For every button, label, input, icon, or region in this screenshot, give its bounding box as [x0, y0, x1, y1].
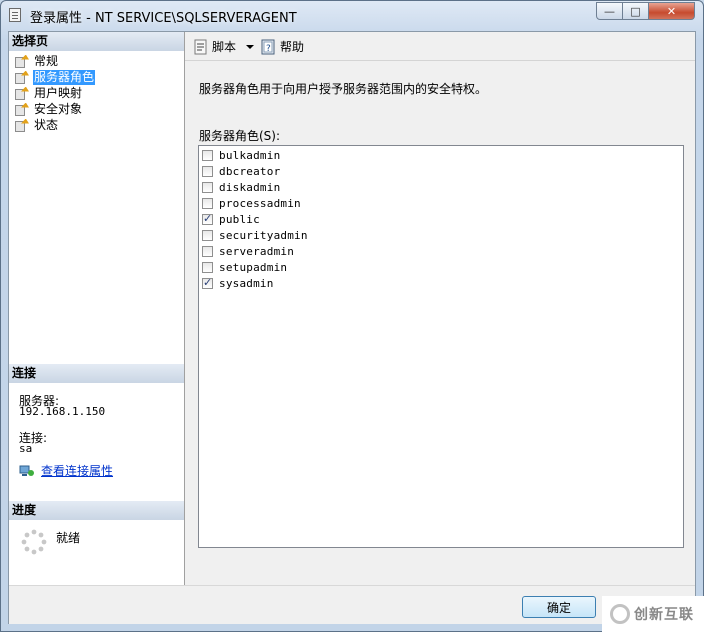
maximize-icon: □ — [630, 4, 641, 18]
role-checkbox[interactable] — [202, 165, 213, 177]
right-pane: 脚本 ? 帮助 服务器角色用于向用户授予服务器范围内的安全特权。 服务器角色(S… — [185, 32, 695, 585]
connection-value: sa — [19, 442, 33, 455]
nav-item-label: 常规 — [34, 53, 59, 68]
script-icon — [194, 39, 207, 54]
role-name: securityadmin — [219, 228, 308, 242]
nav-item-status[interactable]: 状态 — [15, 117, 59, 133]
view-connection-properties-label[interactable]: 查看连接属性 — [41, 462, 113, 479]
nav-item-label: 状态 — [34, 117, 59, 132]
progress-header: 进度 — [9, 501, 184, 520]
nav-item-label: 用户映射 — [34, 85, 83, 100]
role-row-processadmin[interactable]: processadmin — [202, 195, 301, 211]
title-bar[interactable]: 登录属性 - NT SERVICE\SQLSERVERAGENT — □ ✕ — [1, 1, 703, 29]
login-properties-window: 登录属性 - NT SERVICE\SQLSERVERAGENT — □ ✕ 选… — [0, 0, 704, 632]
role-checkbox[interactable] — [202, 261, 213, 273]
progress-status: 就绪 — [56, 531, 81, 545]
role-name: sysadmin — [219, 276, 274, 290]
role-checkbox[interactable] — [202, 181, 213, 193]
view-connection-properties-link[interactable]: 查看连接属性 — [19, 462, 113, 479]
role-name: serveradmin — [219, 244, 295, 258]
close-icon: ✕ — [666, 4, 677, 18]
role-name: public — [219, 212, 260, 226]
nav-item-server-roles[interactable]: 服务器角色 — [15, 69, 96, 85]
left-pane: 选择页 常规 服务器角色 用户映射 安全对象 状态 连接 服务器: 192.16… — [9, 32, 185, 585]
page-wrench-icon — [15, 86, 29, 100]
watermark-text: 创新互联 — [634, 607, 694, 623]
role-checkbox[interactable] — [202, 212, 213, 225]
page-wrench-icon — [15, 102, 29, 116]
role-row-setupadmin[interactable]: setupadmin — [202, 259, 287, 275]
nav-item-securables[interactable]: 安全对象 — [15, 101, 83, 117]
nav-item-label: 服务器角色 — [33, 69, 96, 85]
select-page-header: 选择页 — [9, 32, 184, 51]
role-name: dbcreator — [219, 164, 281, 178]
server-value: 192.168.1.150 — [19, 405, 106, 418]
role-checkbox[interactable] — [202, 197, 213, 209]
nav-item-label: 安全对象 — [34, 101, 83, 116]
ok-button[interactable]: 确定 — [522, 596, 596, 618]
role-row-securityadmin[interactable]: securityadmin — [202, 227, 308, 243]
help-button[interactable]: ? 帮助 — [261, 38, 304, 55]
dialog-client: 选择页 常规 服务器角色 用户映射 安全对象 状态 连接 服务器: 192.16… — [8, 31, 696, 624]
server-roles-list[interactable]: bulkadmin dbcreator diskadmin processadm… — [198, 145, 684, 548]
script-button[interactable]: 脚本 — [193, 38, 255, 55]
role-name: diskadmin — [219, 180, 281, 194]
toolbar: 脚本 ? 帮助 — [185, 32, 695, 61]
watermark-logo: 创新互联 — [602, 596, 704, 632]
connection-header: 连接 — [9, 364, 184, 383]
minimize-button[interactable]: — — [596, 2, 623, 20]
page-description: 服务器角色用于向用户授予服务器范围内的安全特权。 — [199, 82, 488, 96]
role-checkbox[interactable] — [202, 245, 213, 257]
role-row-serveradmin[interactable]: serveradmin — [202, 243, 294, 259]
connection-properties-icon — [19, 465, 34, 476]
role-name: setupadmin — [219, 260, 288, 274]
role-row-diskadmin[interactable]: diskadmin — [202, 179, 280, 195]
role-row-sysadmin[interactable]: sysadmin — [202, 275, 274, 291]
maximize-button[interactable]: □ — [622, 2, 649, 20]
dialog-footer: 确定 — [9, 585, 695, 624]
page-wrench-icon — [15, 70, 29, 84]
minimize-icon: — — [604, 4, 615, 18]
role-row-public[interactable]: public — [202, 211, 260, 227]
help-label: 帮助 — [280, 40, 305, 54]
help-icon: ? — [261, 39, 275, 54]
page-wrench-icon — [15, 54, 29, 68]
role-checkbox[interactable] — [202, 229, 213, 241]
role-name: bulkadmin — [219, 148, 281, 162]
document-icon — [9, 8, 21, 22]
page-wrench-icon — [15, 118, 29, 132]
window-title: 登录属性 - NT SERVICE\SQLSERVERAGENT — [30, 11, 297, 26]
role-row-dbcreator[interactable]: dbcreator — [202, 163, 280, 179]
nav-item-user-mapping[interactable]: 用户映射 — [15, 85, 83, 101]
role-checkbox[interactable] — [202, 149, 213, 161]
svg-text:?: ? — [266, 44, 271, 54]
role-name: processadmin — [219, 196, 301, 210]
logo-icon — [610, 604, 630, 624]
server-roles-label: 服务器角色(S): — [199, 129, 281, 143]
chevron-down-icon[interactable] — [246, 44, 255, 49]
close-button[interactable]: ✕ — [648, 2, 695, 20]
script-label: 脚本 — [212, 40, 237, 54]
progress-spinner-icon — [21, 529, 47, 555]
nav-item-general[interactable]: 常规 — [15, 53, 59, 69]
role-checkbox[interactable] — [202, 276, 213, 289]
role-row-bulkadmin[interactable]: bulkadmin — [202, 147, 280, 163]
